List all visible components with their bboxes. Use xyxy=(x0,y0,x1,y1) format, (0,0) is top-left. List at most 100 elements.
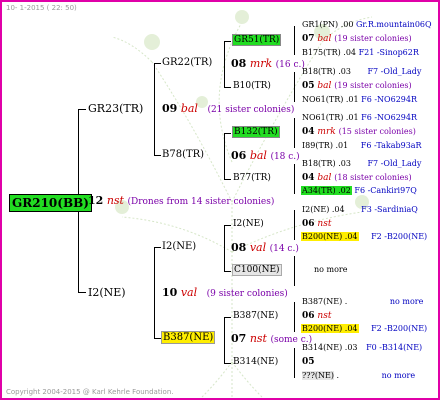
g4-row-11-mark: bal xyxy=(317,173,332,183)
g4-row-1: GR1(PN) .00 Gr.R.mountain06Q xyxy=(302,21,432,29)
connector-line xyxy=(224,363,231,364)
g4-row-21: 05 xyxy=(302,358,315,367)
g4-row-17: B387(NE) . no more xyxy=(302,298,423,306)
root-info: (Drones from 14 sister colonies) xyxy=(127,197,275,207)
g4-row-17-name[interactable]: B387(NE) xyxy=(302,297,342,306)
connector-line xyxy=(154,63,161,64)
connector-line xyxy=(294,210,295,240)
gp-a-details: 08 mrk (16 c.) xyxy=(231,58,305,70)
g4-row-13: I2(NE) .04 F3 -SardiniaQ xyxy=(302,206,418,214)
gp-b-name[interactable]: B78(TR) xyxy=(162,150,204,160)
gp-d-details: 07 nst (some c.) xyxy=(231,333,312,345)
timestamp-header: 10- 1-2015 ( 22: 50) xyxy=(6,4,77,12)
g4-row-6: NO61(TR) .01 F6 -NO6294R xyxy=(302,96,417,104)
g4-row-1-label: Gr.R.mountain06Q xyxy=(355,20,432,29)
g4-row-18: 06 nst xyxy=(302,312,331,321)
g4-row-5: 05 bal (19 sister colonies) xyxy=(302,82,412,91)
g3-a1[interactable]: GR51(TR) xyxy=(232,34,282,46)
g3-c2[interactable]: C100(NE) xyxy=(232,264,282,276)
g4-row-8-info: (15 sister colonies) xyxy=(338,127,416,136)
gp-a-generation: 08 xyxy=(231,57,247,70)
g3-d1[interactable]: B387(NE) xyxy=(233,312,278,321)
g3-b2[interactable]: B77(TR) xyxy=(233,174,271,183)
parent-bottom-generation: 10 xyxy=(162,286,178,299)
g4-row-15-highlight[interactable]: B200(NE) .04 xyxy=(301,232,359,241)
g3-d2[interactable]: B314(NE) xyxy=(233,358,278,367)
g4-row-7-label: F6 -NO6294R xyxy=(361,113,417,122)
g4-row-22-extra: . xyxy=(336,371,340,380)
g4-row-9: I89(TR) .01 F6 -Takab93aR xyxy=(302,142,422,150)
g4-row-13-extra: .04 xyxy=(331,205,345,214)
connector-line xyxy=(294,72,295,102)
gp-a-mark: mrk xyxy=(249,57,273,70)
gp-b-details: 06 bal (18 c.) xyxy=(231,150,300,162)
connector-line xyxy=(224,179,231,180)
connector-line xyxy=(154,247,161,248)
g4-row-1-name[interactable]: GR1(PN) xyxy=(302,20,338,29)
g4-row-19-highlight[interactable]: B200(NE) .04 xyxy=(301,324,359,333)
g4-row-10-label: F7 -Old_Lady xyxy=(367,159,422,168)
g3-a1-label[interactable]: GR51(TR) xyxy=(232,34,282,46)
g3-b1-label[interactable]: B132(TR) xyxy=(232,126,280,138)
root-node[interactable]: GR210(BB) xyxy=(9,194,92,212)
gp-d-name[interactable]: B387(NE) xyxy=(161,331,216,344)
g4-row-5-info: (19 sister colonies) xyxy=(334,81,412,90)
root-name[interactable]: GR210(BB) xyxy=(9,194,92,212)
connector-line xyxy=(224,133,231,134)
gp-c-name[interactable]: I2(NE) xyxy=(162,242,196,252)
connector-line xyxy=(224,317,231,318)
g4-row-3: B175(TR) .04 F21 -Sinop62R xyxy=(302,49,419,57)
root-mark: nst xyxy=(106,194,124,207)
g4-row-3-extra: .04 xyxy=(343,48,357,57)
gp-d-name-highlight[interactable]: B387(NE) xyxy=(161,331,216,344)
g3-a2[interactable]: B10(TR) xyxy=(233,82,271,91)
g4-row-7-name[interactable]: NO61(TR) xyxy=(302,113,343,122)
gp-a-name[interactable]: GR22(TR) xyxy=(162,58,212,68)
connector-line xyxy=(224,225,231,226)
g4-row-9-name[interactable]: I89(TR) xyxy=(302,141,333,150)
g4-row-15-name[interactable]: B200(NE) xyxy=(302,232,342,241)
g4-row-17-extra: . xyxy=(344,297,348,306)
g4-row-12-extra: .02 xyxy=(338,186,351,195)
g4-row-19-name[interactable]: B200(NE) xyxy=(302,324,342,333)
g4-row-16-label: no more xyxy=(314,265,348,274)
g4-row-10-name[interactable]: B18(TR) xyxy=(302,159,336,168)
gp-d-generation: 07 xyxy=(231,332,247,345)
g4-row-1-extra: .00 xyxy=(340,20,354,29)
gp-c-details: 08 val (14 c.) xyxy=(231,242,299,254)
g4-row-22-name[interactable]: ???(NE) xyxy=(302,371,334,380)
g4-row-12-highlight[interactable]: A34(TR) .02 xyxy=(301,186,352,195)
gp-d-mark: nst xyxy=(249,332,267,345)
connector-line xyxy=(224,87,231,88)
connector-line xyxy=(224,271,231,272)
g4-row-3-label: F21 -Sinop62R xyxy=(358,48,419,57)
connector-line xyxy=(294,302,295,332)
gp-c-generation: 08 xyxy=(231,241,247,254)
gp-b-info: (18 c.) xyxy=(270,152,300,162)
g4-row-18-generation: 06 xyxy=(302,311,315,321)
gp-b-generation: 06 xyxy=(231,149,247,162)
pedigree-frame: 10- 1-2015 ( 22: 50) Copyright 2004-2015… xyxy=(0,0,440,400)
g4-row-6-name[interactable]: NO61(TR) xyxy=(302,95,343,104)
g4-row-9-label: F6 -Takab93aR xyxy=(360,141,422,150)
connector-line xyxy=(78,292,86,293)
gp-c-mark: val xyxy=(249,241,267,254)
g4-row-8: 04 mrk (15 sister colonies) xyxy=(302,128,416,137)
g4-row-13-name[interactable]: I2(NE) xyxy=(302,205,329,214)
connector-line xyxy=(224,41,231,42)
g3-c2-label[interactable]: C100(NE) xyxy=(232,264,282,276)
parent-bottom-name[interactable]: I2(NE) xyxy=(88,287,126,298)
g4-row-12: A34(TR) .02 F6 -Cankiri97Q xyxy=(301,186,417,195)
g4-row-19-extra: .04 xyxy=(344,324,358,333)
connector-line xyxy=(224,225,225,271)
g4-row-12-name[interactable]: A34(TR) xyxy=(302,186,336,195)
g4-row-20-name[interactable]: B314(NE) xyxy=(302,343,342,352)
g4-row-7-extra: .01 xyxy=(345,113,359,122)
g3-b1[interactable]: B132(TR) xyxy=(232,126,280,138)
parent-top-name[interactable]: GR23(TR) xyxy=(88,103,143,114)
g4-row-4-name[interactable]: B18(TR) xyxy=(302,67,336,76)
g3-c1[interactable]: I2(NE) xyxy=(233,220,264,229)
g4-row-17-label: no more xyxy=(389,297,424,306)
g4-row-3-name[interactable]: B175(TR) xyxy=(302,48,341,57)
g4-row-20-extra: .03 xyxy=(344,343,358,352)
